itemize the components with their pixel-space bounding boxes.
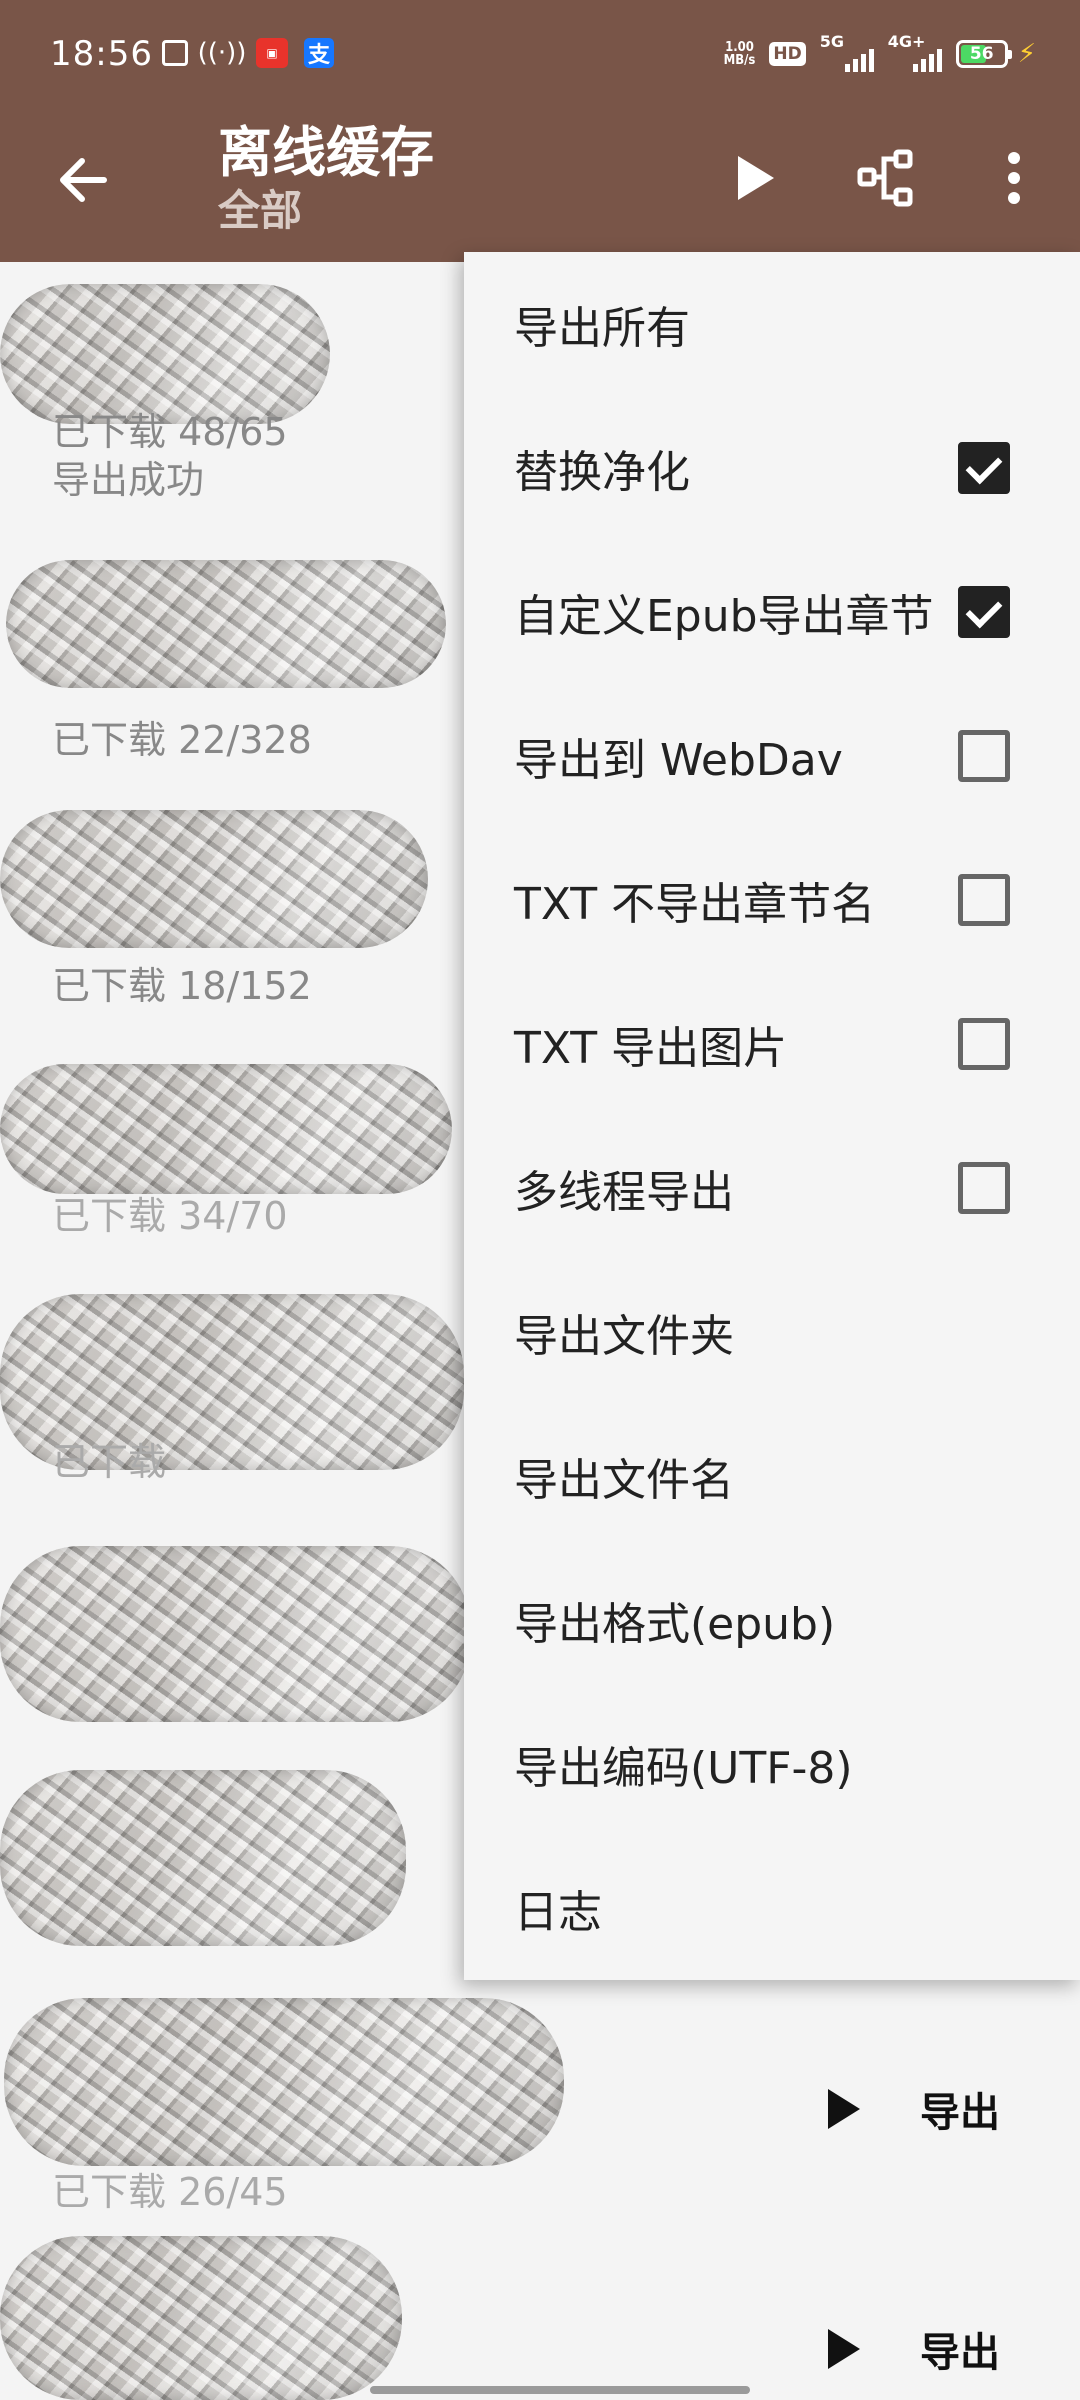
menu-item-export-all[interactable]: 导出所有 [464, 252, 1080, 396]
page-subtitle[interactable]: 全部 [218, 186, 434, 236]
menu-item-export-webdav[interactable]: 导出到 WebDav [464, 684, 1080, 828]
net-speed-unit: MB/s [723, 53, 756, 68]
net-speed: 1.00 MB/s [724, 41, 756, 67]
menu-item-multithread-export[interactable]: 多线程导出 [464, 1116, 1080, 1260]
list-item[interactable]: 导出 [0, 2234, 1080, 2400]
cast-icon [162, 40, 188, 66]
menu-item-txt-no-chapter-name[interactable]: TXT 不导出章节名 [464, 828, 1080, 972]
alipay-icon: 支 [304, 38, 334, 68]
page-title: 离线缓存 [218, 121, 434, 184]
list-item[interactable]: 已下载 26/45 导出 [0, 1992, 1080, 2232]
signal-5g-icon: 5G [820, 32, 874, 72]
download-progress: 已下载 [52, 1440, 167, 1484]
battery-level: 56 [969, 44, 994, 64]
menu-item-export-filename[interactable]: 导出文件名 [464, 1404, 1080, 1548]
title-block: 离线缓存 全部 [218, 120, 434, 236]
menu-item-export-folder[interactable]: 导出文件夹 [464, 1260, 1080, 1404]
menu-item-label: TXT 不导出章节名 [514, 879, 876, 930]
checkbox-checked[interactable] [958, 442, 1010, 494]
menu-item-label: 自定义Epub导出章节 [514, 591, 934, 642]
menu-item-label: 导出格式(epub) [514, 1599, 836, 1650]
download-progress: 已下载 48/65 [52, 410, 288, 454]
menu-item-label: 导出编码(UTF-8) [514, 1743, 853, 1794]
menu-item-log[interactable]: 日志 [464, 1836, 1080, 1980]
export-action[interactable]: 导出 [828, 2080, 1000, 2138]
menu-item-label: 导出文件名 [514, 1455, 734, 1506]
hotspot-icon: ((·)) [197, 38, 247, 68]
play-icon[interactable] [724, 148, 784, 208]
arrow-left-icon[interactable] [52, 150, 112, 210]
checkbox-unchecked[interactable] [958, 1018, 1010, 1070]
signal-4g-icon: 4G+ [888, 32, 942, 72]
signal-5g-label: 5G [819, 32, 844, 51]
overflow-menu: 导出所有 替换净化 自定义Epub导出章节 导出到 WebDav TXT 不导出… [464, 252, 1080, 1980]
status-left-icons: ((·)) ▣ 支 [162, 38, 334, 68]
checkbox-unchecked[interactable] [958, 730, 1010, 782]
menu-item-label: 导出所有 [514, 303, 690, 354]
menu-item-txt-export-images[interactable]: TXT 导出图片 [464, 972, 1080, 1116]
checkbox-unchecked[interactable] [958, 1162, 1010, 1214]
download-progress: 已下载 26/45 [52, 2170, 288, 2214]
menu-item-replace-purify[interactable]: 替换净化 [464, 396, 1080, 540]
status-right-icons: 1.00 MB/s HD 5G 4G+ 56 ⚡ [724, 32, 1036, 72]
download-progress: 已下载 22/328 [52, 718, 312, 762]
app-notification-icon: ▣ [256, 38, 288, 68]
export-button[interactable]: 导出 [920, 2080, 1000, 2138]
menu-item-label: 导出文件夹 [514, 1311, 734, 1362]
more-vert-icon[interactable] [984, 148, 1044, 208]
menu-item-export-encoding[interactable]: 导出编码(UTF-8) [464, 1692, 1080, 1836]
checkbox-unchecked[interactable] [958, 874, 1010, 926]
menu-item-label: TXT 导出图片 [514, 1023, 788, 1074]
play-icon[interactable] [828, 2329, 860, 2369]
menu-item-export-format[interactable]: 导出格式(epub) [464, 1548, 1080, 1692]
hd-badge: HD [769, 42, 806, 66]
download-progress: 已下载 34/70 [52, 1194, 288, 1238]
export-button[interactable]: 导出 [920, 2320, 1000, 2378]
battery-icon: 56 [955, 40, 1012, 68]
menu-item-label: 导出到 WebDav [514, 735, 843, 786]
play-icon[interactable] [828, 2089, 860, 2129]
gesture-handle[interactable] [370, 2386, 750, 2394]
status-time: 18:56 [50, 34, 153, 74]
menu-item-label: 替换净化 [514, 447, 690, 498]
hierarchy-icon[interactable] [856, 148, 916, 208]
checkbox-checked[interactable] [958, 586, 1010, 638]
menu-item-label: 日志 [514, 1887, 602, 1938]
charging-icon: ⚡ [1017, 39, 1036, 69]
export-status: 导出成功 [52, 458, 205, 502]
menu-item-label: 多线程导出 [514, 1167, 734, 1218]
download-progress: 已下载 18/152 [52, 964, 312, 1008]
app-bar: 18:56 ((·)) ▣ 支 1.00 MB/s HD 5G 4G+ 56 ⚡ [0, 0, 1080, 262]
menu-item-custom-epub-chapters[interactable]: 自定义Epub导出章节 [464, 540, 1080, 684]
export-action[interactable]: 导出 [828, 2320, 1000, 2378]
